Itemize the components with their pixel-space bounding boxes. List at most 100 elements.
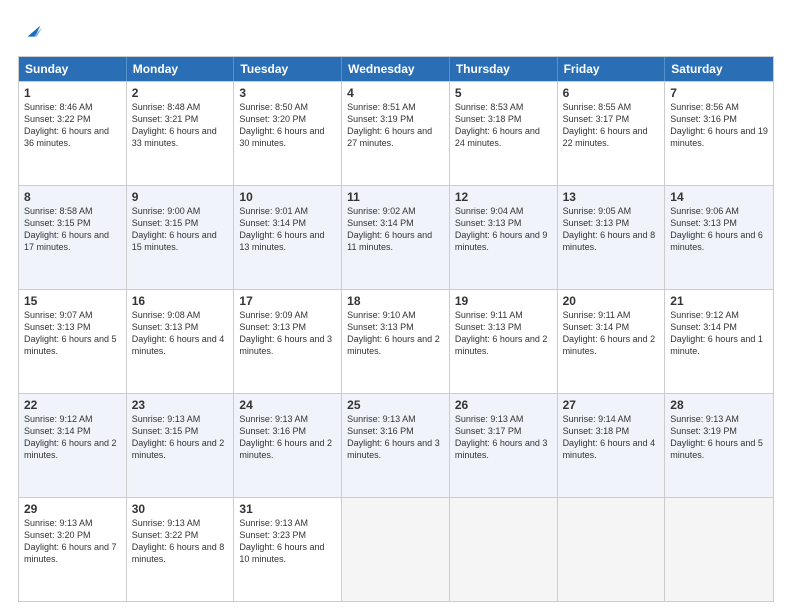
day-cell-15: 15 Sunrise: 9:07 AMSunset: 3:13 PMDaylig… xyxy=(19,290,127,393)
day-number: 30 xyxy=(132,502,229,516)
day-cell-17: 17 Sunrise: 9:09 AMSunset: 3:13 PMDaylig… xyxy=(234,290,342,393)
day-cell-1: 1 Sunrise: 8:46 AMSunset: 3:22 PMDayligh… xyxy=(19,82,127,185)
day-cell-4: 4 Sunrise: 8:51 AMSunset: 3:19 PMDayligh… xyxy=(342,82,450,185)
cell-info: Sunrise: 9:01 AMSunset: 3:14 PMDaylight:… xyxy=(239,206,324,252)
cell-info: Sunrise: 9:00 AMSunset: 3:15 PMDaylight:… xyxy=(132,206,217,252)
day-cell-19: 19 Sunrise: 9:11 AMSunset: 3:13 PMDaylig… xyxy=(450,290,558,393)
cell-info: Sunrise: 8:48 AMSunset: 3:21 PMDaylight:… xyxy=(132,102,217,148)
cell-info: Sunrise: 8:50 AMSunset: 3:20 PMDaylight:… xyxy=(239,102,324,148)
calendar: SundayMondayTuesdayWednesdayThursdayFrid… xyxy=(18,56,774,602)
day-number: 19 xyxy=(455,294,552,308)
day-cell-24: 24 Sunrise: 9:13 AMSunset: 3:16 PMDaylig… xyxy=(234,394,342,497)
day-cell-23: 23 Sunrise: 9:13 AMSunset: 3:15 PMDaylig… xyxy=(127,394,235,497)
cell-info: Sunrise: 8:56 AMSunset: 3:16 PMDaylight:… xyxy=(670,102,768,148)
empty-cell-r4c5 xyxy=(558,498,666,601)
cell-info: Sunrise: 9:09 AMSunset: 3:13 PMDaylight:… xyxy=(239,310,332,356)
cell-info: Sunrise: 9:08 AMSunset: 3:13 PMDaylight:… xyxy=(132,310,225,356)
day-number: 23 xyxy=(132,398,229,412)
cell-info: Sunrise: 9:13 AMSunset: 3:23 PMDaylight:… xyxy=(239,518,324,564)
day-cell-28: 28 Sunrise: 9:13 AMSunset: 3:19 PMDaylig… xyxy=(665,394,773,497)
day-number: 9 xyxy=(132,190,229,204)
cell-info: Sunrise: 8:53 AMSunset: 3:18 PMDaylight:… xyxy=(455,102,540,148)
day-number: 4 xyxy=(347,86,444,100)
day-cell-10: 10 Sunrise: 9:01 AMSunset: 3:14 PMDaylig… xyxy=(234,186,342,289)
day-cell-30: 30 Sunrise: 9:13 AMSunset: 3:22 PMDaylig… xyxy=(127,498,235,601)
day-cell-20: 20 Sunrise: 9:11 AMSunset: 3:14 PMDaylig… xyxy=(558,290,666,393)
day-cell-8: 8 Sunrise: 8:58 AMSunset: 3:15 PMDayligh… xyxy=(19,186,127,289)
day-cell-2: 2 Sunrise: 8:48 AMSunset: 3:21 PMDayligh… xyxy=(127,82,235,185)
day-number: 6 xyxy=(563,86,660,100)
cell-info: Sunrise: 8:55 AMSunset: 3:17 PMDaylight:… xyxy=(563,102,648,148)
day-number: 21 xyxy=(670,294,768,308)
day-header-sunday: Sunday xyxy=(19,57,127,81)
cell-info: Sunrise: 9:13 AMSunset: 3:22 PMDaylight:… xyxy=(132,518,225,564)
cell-info: Sunrise: 8:46 AMSunset: 3:22 PMDaylight:… xyxy=(24,102,109,148)
cell-info: Sunrise: 9:13 AMSunset: 3:15 PMDaylight:… xyxy=(132,414,225,460)
day-cell-14: 14 Sunrise: 9:06 AMSunset: 3:13 PMDaylig… xyxy=(665,186,773,289)
day-number: 5 xyxy=(455,86,552,100)
calendar-row-1: 1 Sunrise: 8:46 AMSunset: 3:22 PMDayligh… xyxy=(19,81,773,185)
cell-info: Sunrise: 9:13 AMSunset: 3:20 PMDaylight:… xyxy=(24,518,117,564)
day-number: 16 xyxy=(132,294,229,308)
day-number: 15 xyxy=(24,294,121,308)
cell-info: Sunrise: 8:58 AMSunset: 3:15 PMDaylight:… xyxy=(24,206,109,252)
header xyxy=(18,18,774,46)
day-header-saturday: Saturday xyxy=(665,57,773,81)
day-header-tuesday: Tuesday xyxy=(234,57,342,81)
day-header-wednesday: Wednesday xyxy=(342,57,450,81)
cell-info: Sunrise: 9:04 AMSunset: 3:13 PMDaylight:… xyxy=(455,206,548,252)
empty-cell-r4c6 xyxy=(665,498,773,601)
cell-info: Sunrise: 9:14 AMSunset: 3:18 PMDaylight:… xyxy=(563,414,656,460)
day-cell-26: 26 Sunrise: 9:13 AMSunset: 3:17 PMDaylig… xyxy=(450,394,558,497)
calendar-header: SundayMondayTuesdayWednesdayThursdayFrid… xyxy=(19,57,773,81)
calendar-row-5: 29 Sunrise: 9:13 AMSunset: 3:20 PMDaylig… xyxy=(19,497,773,601)
day-cell-7: 7 Sunrise: 8:56 AMSunset: 3:16 PMDayligh… xyxy=(665,82,773,185)
day-number: 22 xyxy=(24,398,121,412)
cell-info: Sunrise: 9:12 AMSunset: 3:14 PMDaylight:… xyxy=(24,414,117,460)
day-cell-3: 3 Sunrise: 8:50 AMSunset: 3:20 PMDayligh… xyxy=(234,82,342,185)
day-number: 13 xyxy=(563,190,660,204)
logo-icon xyxy=(20,18,48,46)
empty-cell-r4c4 xyxy=(450,498,558,601)
cell-info: Sunrise: 8:51 AMSunset: 3:19 PMDaylight:… xyxy=(347,102,432,148)
day-number: 31 xyxy=(239,502,336,516)
day-number: 1 xyxy=(24,86,121,100)
day-number: 2 xyxy=(132,86,229,100)
cell-info: Sunrise: 9:13 AMSunset: 3:16 PMDaylight:… xyxy=(347,414,440,460)
day-number: 12 xyxy=(455,190,552,204)
day-cell-18: 18 Sunrise: 9:10 AMSunset: 3:13 PMDaylig… xyxy=(342,290,450,393)
day-number: 8 xyxy=(24,190,121,204)
day-cell-13: 13 Sunrise: 9:05 AMSunset: 3:13 PMDaylig… xyxy=(558,186,666,289)
day-number: 20 xyxy=(563,294,660,308)
day-number: 25 xyxy=(347,398,444,412)
day-number: 28 xyxy=(670,398,768,412)
cell-info: Sunrise: 9:05 AMSunset: 3:13 PMDaylight:… xyxy=(563,206,656,252)
calendar-row-4: 22 Sunrise: 9:12 AMSunset: 3:14 PMDaylig… xyxy=(19,393,773,497)
day-number: 26 xyxy=(455,398,552,412)
day-number: 11 xyxy=(347,190,444,204)
day-header-thursday: Thursday xyxy=(450,57,558,81)
calendar-body: 1 Sunrise: 8:46 AMSunset: 3:22 PMDayligh… xyxy=(19,81,773,601)
day-cell-31: 31 Sunrise: 9:13 AMSunset: 3:23 PMDaylig… xyxy=(234,498,342,601)
day-number: 24 xyxy=(239,398,336,412)
day-cell-16: 16 Sunrise: 9:08 AMSunset: 3:13 PMDaylig… xyxy=(127,290,235,393)
day-header-monday: Monday xyxy=(127,57,235,81)
cell-info: Sunrise: 9:11 AMSunset: 3:14 PMDaylight:… xyxy=(563,310,656,356)
cell-info: Sunrise: 9:13 AMSunset: 3:19 PMDaylight:… xyxy=(670,414,763,460)
day-number: 14 xyxy=(670,190,768,204)
day-cell-12: 12 Sunrise: 9:04 AMSunset: 3:13 PMDaylig… xyxy=(450,186,558,289)
cell-info: Sunrise: 9:12 AMSunset: 3:14 PMDaylight:… xyxy=(670,310,763,356)
cell-info: Sunrise: 9:02 AMSunset: 3:14 PMDaylight:… xyxy=(347,206,432,252)
cell-info: Sunrise: 9:13 AMSunset: 3:16 PMDaylight:… xyxy=(239,414,332,460)
cell-info: Sunrise: 9:07 AMSunset: 3:13 PMDaylight:… xyxy=(24,310,117,356)
page: SundayMondayTuesdayWednesdayThursdayFrid… xyxy=(0,0,792,612)
logo xyxy=(18,18,48,46)
calendar-row-3: 15 Sunrise: 9:07 AMSunset: 3:13 PMDaylig… xyxy=(19,289,773,393)
day-cell-27: 27 Sunrise: 9:14 AMSunset: 3:18 PMDaylig… xyxy=(558,394,666,497)
day-cell-11: 11 Sunrise: 9:02 AMSunset: 3:14 PMDaylig… xyxy=(342,186,450,289)
cell-info: Sunrise: 9:11 AMSunset: 3:13 PMDaylight:… xyxy=(455,310,548,356)
day-cell-22: 22 Sunrise: 9:12 AMSunset: 3:14 PMDaylig… xyxy=(19,394,127,497)
day-cell-6: 6 Sunrise: 8:55 AMSunset: 3:17 PMDayligh… xyxy=(558,82,666,185)
day-cell-25: 25 Sunrise: 9:13 AMSunset: 3:16 PMDaylig… xyxy=(342,394,450,497)
day-number: 7 xyxy=(670,86,768,100)
